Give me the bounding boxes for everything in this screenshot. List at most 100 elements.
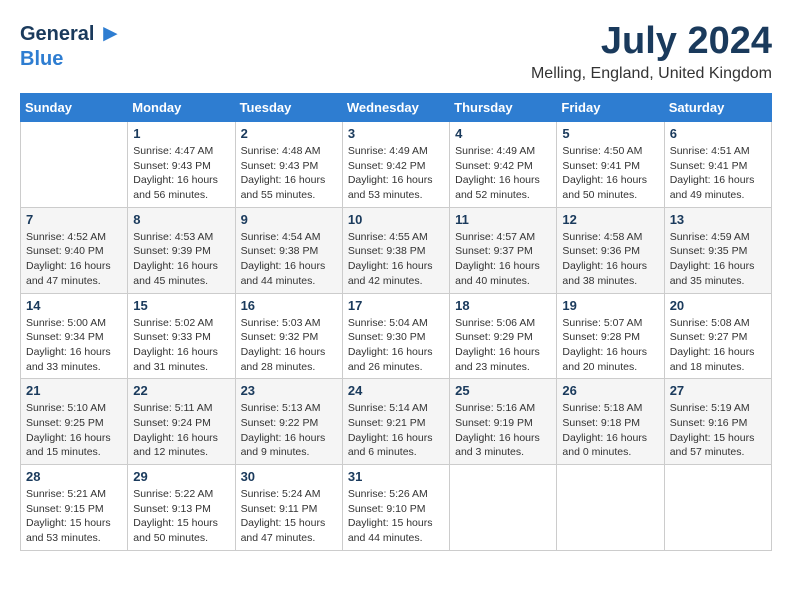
day-number: 23: [241, 383, 337, 398]
logo-general: General: [20, 23, 94, 46]
day-number: 26: [562, 383, 658, 398]
day-number: 21: [26, 383, 122, 398]
day-info: Sunrise: 4:54 AM Sunset: 9:38 PM Dayligh…: [241, 230, 337, 289]
month-year: July 2024: [531, 20, 772, 63]
calendar-cell: 16 Sunrise: 5:03 AM Sunset: 9:32 PM Dayli…: [235, 293, 342, 379]
calendar-cell: 24 Sunrise: 5:14 AM Sunset: 9:21 PM Dayli…: [342, 379, 449, 465]
calendar-cell: 20 Sunrise: 5:08 AM Sunset: 9:27 PM Dayli…: [664, 293, 771, 379]
day-number: 6: [670, 126, 766, 141]
day-of-week-header: Sunday: [21, 94, 128, 122]
day-info: Sunrise: 5:16 AM Sunset: 9:19 PM Dayligh…: [455, 401, 551, 460]
day-info: Sunrise: 5:04 AM Sunset: 9:30 PM Dayligh…: [348, 316, 444, 375]
day-number: 9: [241, 212, 337, 227]
calendar-cell: 25 Sunrise: 5:16 AM Sunset: 9:19 PM Dayli…: [450, 379, 557, 465]
calendar-cell: 4 Sunrise: 4:49 AM Sunset: 9:42 PM Daylig…: [450, 122, 557, 208]
day-info: Sunrise: 5:26 AM Sunset: 9:10 PM Dayligh…: [348, 487, 444, 546]
day-info: Sunrise: 5:08 AM Sunset: 9:27 PM Dayligh…: [670, 316, 766, 375]
calendar-week-row: 7Sunrise: 4:52 AM Sunset: 9:40 PM Daylig…: [21, 207, 772, 293]
day-info: Sunrise: 4:52 AM Sunset: 9:40 PM Dayligh…: [26, 230, 122, 289]
day-info: Sunrise: 5:00 AM Sunset: 9:34 PM Dayligh…: [26, 316, 122, 375]
calendar-cell: 23 Sunrise: 5:13 AM Sunset: 9:22 PM Dayli…: [235, 379, 342, 465]
day-info: Sunrise: 4:49 AM Sunset: 9:42 PM Dayligh…: [455, 144, 551, 203]
header: General ► Blue July 2024 Melling, Englan…: [20, 20, 772, 83]
day-info: Sunrise: 5:22 AM Sunset: 9:13 PM Dayligh…: [133, 487, 229, 546]
day-of-week-header: Monday: [128, 94, 235, 122]
day-number: 10: [348, 212, 444, 227]
day-number: 25: [455, 383, 551, 398]
day-info: Sunrise: 5:21 AM Sunset: 9:15 PM Dayligh…: [26, 487, 122, 546]
calendar-cell: 9 Sunrise: 4:54 AM Sunset: 9:38 PM Daylig…: [235, 207, 342, 293]
calendar-cell: 14 Sunrise: 5:00 AM Sunset: 9:34 PM Dayli…: [21, 293, 128, 379]
day-info: Sunrise: 4:48 AM Sunset: 9:43 PM Dayligh…: [241, 144, 337, 203]
calendar-week-row: 1Sunrise: 4:47 AM Sunset: 9:43 PM Daylig…: [21, 122, 772, 208]
calendar-cell: 22 Sunrise: 5:11 AM Sunset: 9:24 PM Dayli…: [128, 379, 235, 465]
calendar-cell: 26 Sunrise: 5:18 AM Sunset: 9:18 PM Dayli…: [557, 379, 664, 465]
calendar-header: SundayMondayTuesdayWednesdayThursdayFrid…: [21, 94, 772, 122]
day-number: 19: [562, 298, 658, 313]
day-number: 4: [455, 126, 551, 141]
calendar-cell: 8 Sunrise: 4:53 AM Sunset: 9:39 PM Daylig…: [128, 207, 235, 293]
day-number: 11: [455, 212, 551, 227]
day-info: Sunrise: 4:53 AM Sunset: 9:39 PM Dayligh…: [133, 230, 229, 289]
day-number: 5: [562, 126, 658, 141]
day-number: 15: [133, 298, 229, 313]
calendar-cell: 11 Sunrise: 4:57 AM Sunset: 9:37 PM Dayli…: [450, 207, 557, 293]
calendar-table: SundayMondayTuesdayWednesdayThursdayFrid…: [20, 93, 772, 551]
day-number: 13: [670, 212, 766, 227]
day-info: Sunrise: 5:13 AM Sunset: 9:22 PM Dayligh…: [241, 401, 337, 460]
day-info: Sunrise: 5:24 AM Sunset: 9:11 PM Dayligh…: [241, 487, 337, 546]
day-number: 29: [133, 469, 229, 484]
calendar-cell: 6Sunrise: 4:51 AM Sunset: 9:41 PM Daylig…: [664, 122, 771, 208]
day-info: Sunrise: 5:11 AM Sunset: 9:24 PM Dayligh…: [133, 401, 229, 460]
day-info: Sunrise: 4:55 AM Sunset: 9:38 PM Dayligh…: [348, 230, 444, 289]
day-number: 18: [455, 298, 551, 313]
calendar-cell: 3 Sunrise: 4:49 AM Sunset: 9:42 PM Daylig…: [342, 122, 449, 208]
day-of-week-header: Thursday: [450, 94, 557, 122]
calendar-cell: 13Sunrise: 4:59 AM Sunset: 9:35 PM Dayli…: [664, 207, 771, 293]
day-info: Sunrise: 4:49 AM Sunset: 9:42 PM Dayligh…: [348, 144, 444, 203]
day-info: Sunrise: 5:18 AM Sunset: 9:18 PM Dayligh…: [562, 401, 658, 460]
calendar-cell: 29 Sunrise: 5:22 AM Sunset: 9:13 PM Dayli…: [128, 465, 235, 551]
day-number: 3: [348, 126, 444, 141]
calendar-cell: 19Sunrise: 5:07 AM Sunset: 9:28 PM Dayli…: [557, 293, 664, 379]
calendar-cell: 12Sunrise: 4:58 AM Sunset: 9:36 PM Dayli…: [557, 207, 664, 293]
logo-bird-icon: ►: [98, 20, 122, 48]
day-info: Sunrise: 5:19 AM Sunset: 9:16 PM Dayligh…: [670, 401, 766, 460]
calendar-cell: 30Sunrise: 5:24 AM Sunset: 9:11 PM Dayli…: [235, 465, 342, 551]
day-number: 24: [348, 383, 444, 398]
day-number: 20: [670, 298, 766, 313]
calendar-cell: 7Sunrise: 4:52 AM Sunset: 9:40 PM Daylig…: [21, 207, 128, 293]
day-info: Sunrise: 4:58 AM Sunset: 9:36 PM Dayligh…: [562, 230, 658, 289]
day-info: Sunrise: 4:57 AM Sunset: 9:37 PM Dayligh…: [455, 230, 551, 289]
day-number: 14: [26, 298, 122, 313]
day-number: 17: [348, 298, 444, 313]
day-info: Sunrise: 5:02 AM Sunset: 9:33 PM Dayligh…: [133, 316, 229, 375]
calendar-cell: 17 Sunrise: 5:04 AM Sunset: 9:30 PM Dayli…: [342, 293, 449, 379]
calendar-cell: 31 Sunrise: 5:26 AM Sunset: 9:10 PM Dayli…: [342, 465, 449, 551]
calendar-cell: 21 Sunrise: 5:10 AM Sunset: 9:25 PM Dayli…: [21, 379, 128, 465]
day-info: Sunrise: 5:06 AM Sunset: 9:29 PM Dayligh…: [455, 316, 551, 375]
calendar-week-row: 14 Sunrise: 5:00 AM Sunset: 9:34 PM Dayli…: [21, 293, 772, 379]
title-area: July 2024 Melling, England, United Kingd…: [531, 20, 772, 83]
calendar-cell: 27 Sunrise: 5:19 AM Sunset: 9:16 PM Dayli…: [664, 379, 771, 465]
day-number: 16: [241, 298, 337, 313]
day-info: Sunrise: 5:10 AM Sunset: 9:25 PM Dayligh…: [26, 401, 122, 460]
calendar-cell: [557, 465, 664, 551]
day-number: 31: [348, 469, 444, 484]
day-of-week-header: Wednesday: [342, 94, 449, 122]
day-number: 27: [670, 383, 766, 398]
location: Melling, England, United Kingdom: [531, 65, 772, 83]
day-number: 1: [133, 126, 229, 141]
calendar-cell: [21, 122, 128, 208]
calendar-cell: 1Sunrise: 4:47 AM Sunset: 9:43 PM Daylig…: [128, 122, 235, 208]
day-info: Sunrise: 5:03 AM Sunset: 9:32 PM Dayligh…: [241, 316, 337, 375]
day-info: Sunrise: 5:14 AM Sunset: 9:21 PM Dayligh…: [348, 401, 444, 460]
calendar-week-row: 21 Sunrise: 5:10 AM Sunset: 9:25 PM Dayli…: [21, 379, 772, 465]
calendar-cell: 10 Sunrise: 4:55 AM Sunset: 9:38 PM Dayli…: [342, 207, 449, 293]
day-number: 8: [133, 212, 229, 227]
calendar-cell: 18 Sunrise: 5:06 AM Sunset: 9:29 PM Dayli…: [450, 293, 557, 379]
day-number: 22: [133, 383, 229, 398]
logo: General ► Blue: [20, 20, 122, 71]
logo-blue: Blue: [20, 48, 63, 71]
calendar-week-row: 28Sunrise: 5:21 AM Sunset: 9:15 PM Dayli…: [21, 465, 772, 551]
